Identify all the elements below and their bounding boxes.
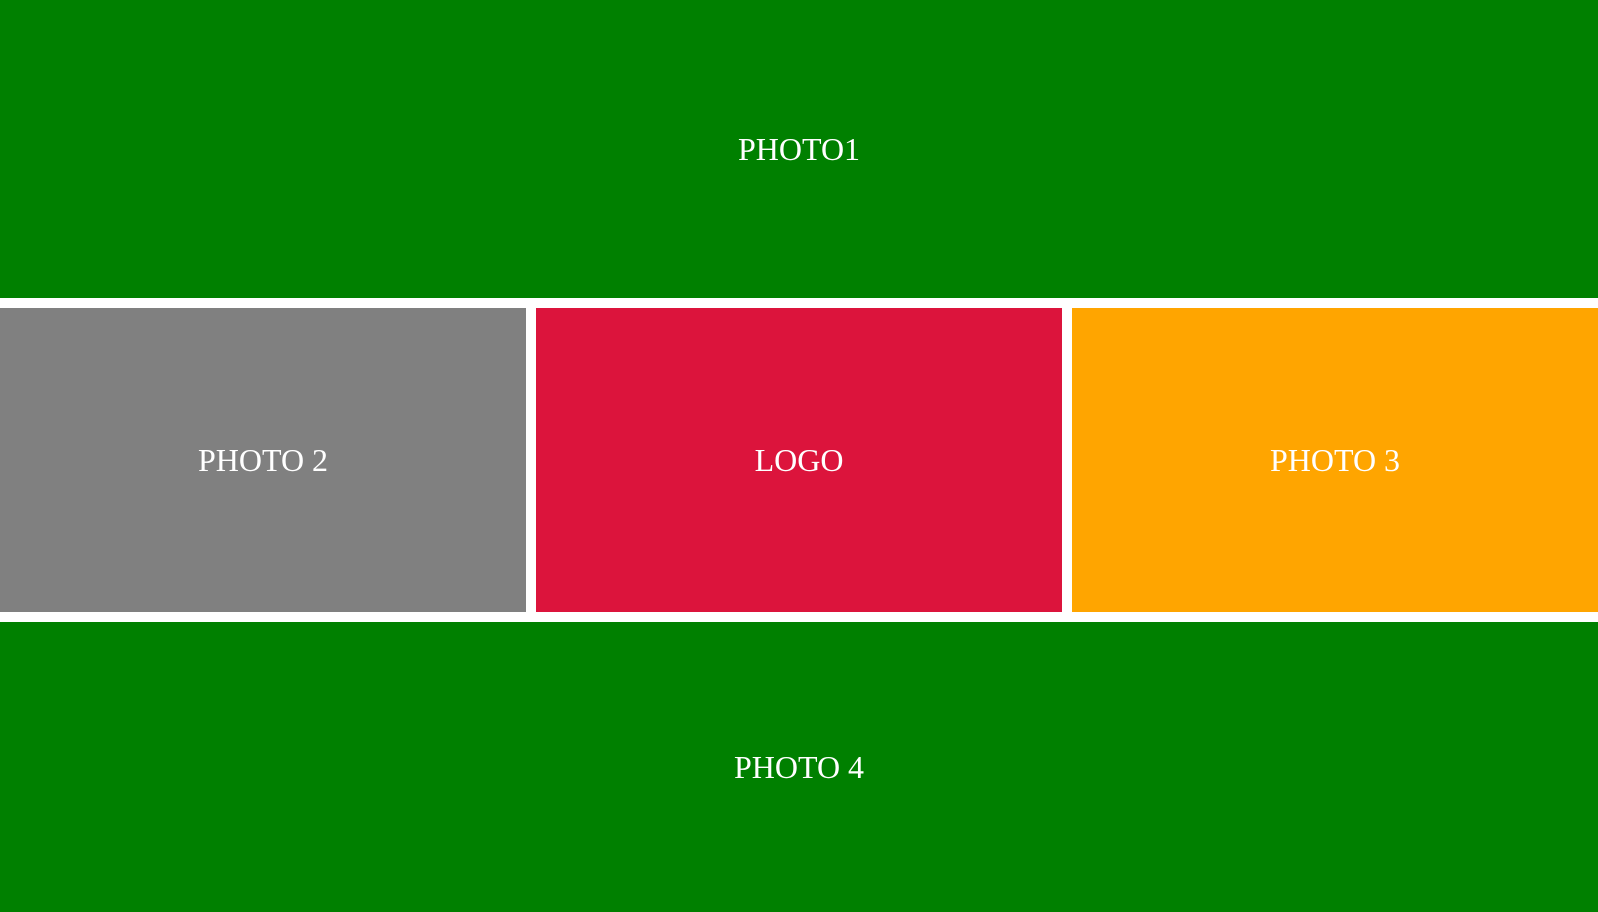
- photo1-tile: PHOTO1: [0, 0, 1598, 298]
- photo-grid: PHOTO1 PHOTO 2 LOGO PHOTO 3 PHOTO 4: [0, 0, 1598, 912]
- photo3-label: PHOTO 3: [1269, 441, 1401, 478]
- photo4-label: PHOTO 4: [733, 748, 865, 785]
- photo1-label: PHOTO1: [737, 130, 861, 167]
- photo2-label: PHOTO 2: [197, 441, 329, 478]
- photo2-tile: PHOTO 2: [0, 308, 526, 612]
- logo-label: LOGO: [754, 441, 844, 478]
- logo-tile: LOGO: [536, 308, 1062, 612]
- photo4-tile: PHOTO 4: [0, 622, 1598, 912]
- photo3-tile: PHOTO 3: [1072, 308, 1598, 612]
